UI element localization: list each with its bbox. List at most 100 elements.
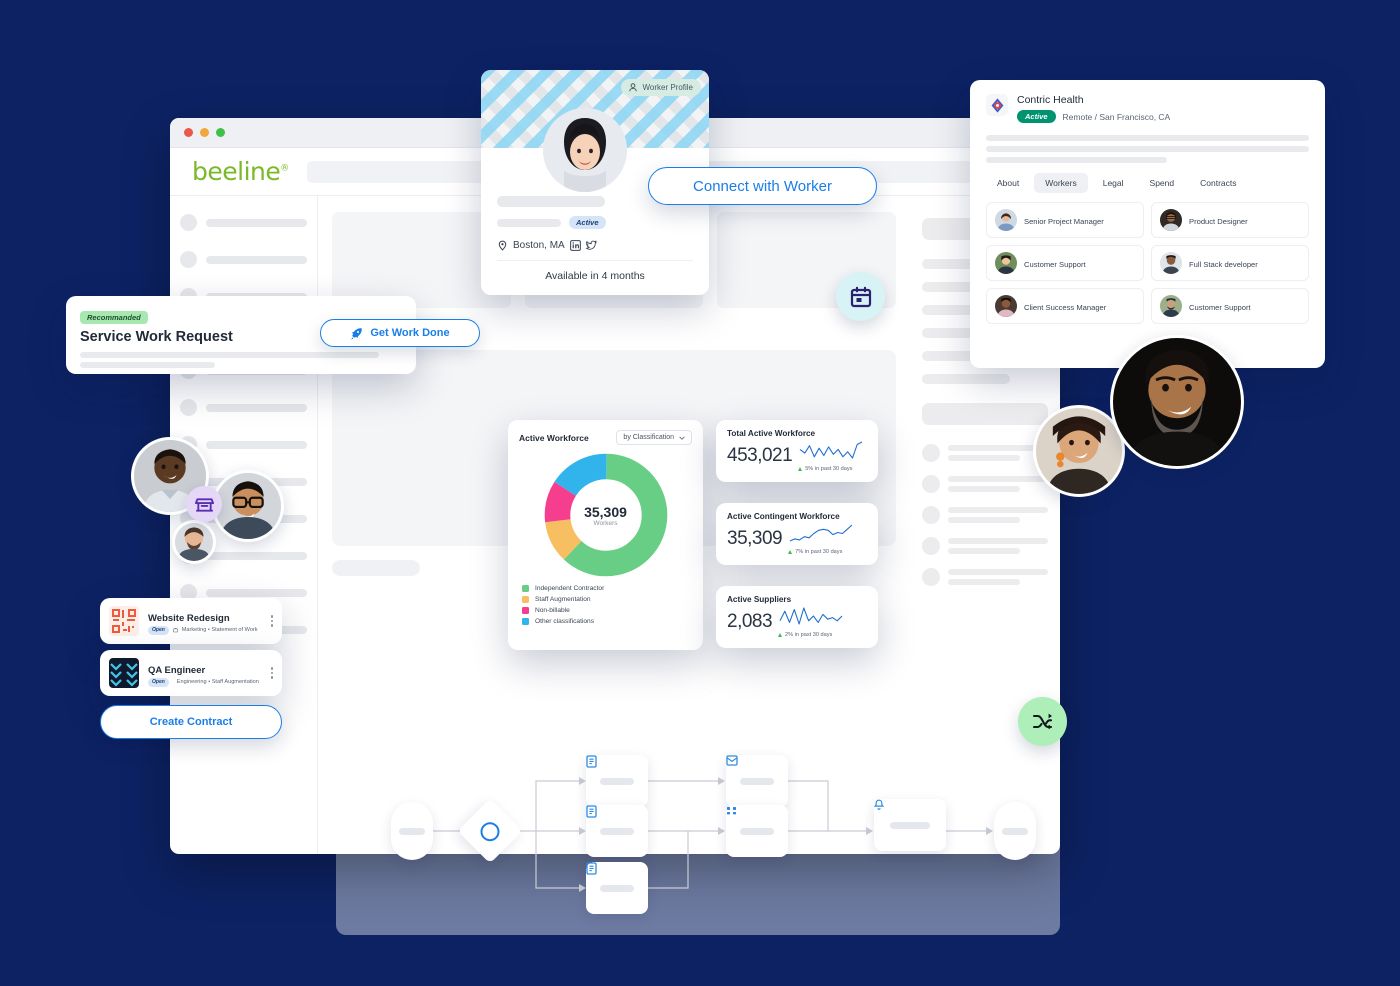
worker-info: Customer Support (1024, 254, 1135, 272)
triangle-up-icon (778, 633, 783, 637)
worker-list-item[interactable]: Customer Support (986, 245, 1144, 281)
worker-info: Client Success Manager (1024, 297, 1135, 315)
worker-title-row: Active (497, 216, 693, 229)
document-icon (586, 862, 597, 875)
worker-info: Senior Project Manager (1024, 211, 1135, 229)
screenshot-stage: beeline® Worker Profile Active Boston, M… (0, 0, 1400, 986)
worker-list-item[interactable]: Client Success Manager (986, 288, 1144, 324)
project-name: QA Engineer (148, 664, 206, 676)
linkedin-icon[interactable] (569, 240, 581, 251)
window-close-button[interactable] (184, 128, 193, 137)
chart-legend: Independent Contractor Staff Augmentatio… (519, 585, 692, 625)
tab-legal[interactable]: Legal (1092, 173, 1135, 193)
worker-profile-chip: Worker Profile (621, 79, 701, 96)
get-work-done-button[interactable]: Get Work Done (320, 319, 480, 347)
kebab-menu-icon[interactable] (267, 615, 273, 627)
sidebar-item[interactable] (180, 251, 307, 268)
tab-spend[interactable]: Spend (1139, 173, 1186, 193)
worker-list-item[interactable]: Product Designer (1151, 202, 1309, 238)
sparkline-path (789, 524, 853, 542)
worker-role: Full Stack developer (1189, 260, 1258, 269)
worker-list-item[interactable]: Senior Project Manager (986, 202, 1144, 238)
avatar (172, 520, 216, 564)
sidebar-item[interactable] (180, 214, 307, 231)
worker-avatar (1160, 209, 1182, 231)
worker-role: Product Designer (1189, 217, 1248, 226)
worker-role: Senior Project Manager (1024, 217, 1104, 226)
workflow-node[interactable] (586, 862, 648, 914)
rail-item-text (948, 476, 1048, 492)
connect-with-worker-button[interactable]: Connect with Worker (648, 167, 877, 205)
workflow-node[interactable] (874, 799, 946, 851)
tab-about[interactable]: About (986, 173, 1030, 193)
legend-item: Staff Augmentation (522, 596, 692, 603)
rail-list-item[interactable] (922, 475, 1048, 493)
service-request-line (80, 352, 380, 358)
workflow-end-node[interactable] (994, 802, 1036, 860)
kpi-delta: 2% in past 30 days (778, 632, 867, 638)
tab-workers[interactable]: Workers (1034, 173, 1088, 193)
project-meta: Open Marketing • Statement of Work (148, 625, 258, 635)
kebab-menu-icon[interactable] (267, 667, 273, 679)
worker-availability-text: Available in 4 months (545, 270, 645, 282)
legend-label: Staff Augmentation (535, 596, 591, 603)
get-work-done-label: Get Work Done (370, 327, 450, 339)
worker-list-item[interactable]: Full Stack developer (1151, 245, 1309, 281)
worker-role: Customer Support (1189, 303, 1251, 312)
company-logo (986, 94, 1008, 116)
company-status-badge: Active (1017, 110, 1056, 123)
rocket-icon (351, 327, 363, 339)
decision-ring-icon (480, 821, 500, 841)
project-card-website-redesign[interactable]: Website Redesign Open Marketing • Statem… (100, 598, 282, 644)
worker-avatar (543, 108, 627, 192)
worker-list-item[interactable]: Customer Support (1151, 288, 1309, 324)
workflow-node[interactable] (726, 805, 788, 857)
registered-mark: ® (280, 163, 289, 174)
rail-list-item[interactable] (922, 506, 1048, 524)
triangle-up-icon (788, 550, 793, 554)
rail-avatar (922, 568, 940, 586)
kpi-trend: 7% in past 30 days (788, 523, 867, 555)
tab-contracts[interactable]: Contracts (1189, 173, 1247, 193)
twitter-icon[interactable] (585, 240, 597, 251)
worker-info: Customer Support (1189, 297, 1300, 315)
donut-center-value: 35,309 (584, 503, 627, 520)
beeline-logo[interactable]: beeline® (192, 157, 289, 186)
workflow-node[interactable] (586, 805, 648, 857)
worker-avatar (995, 252, 1017, 274)
create-contract-button[interactable]: Create Contract (100, 705, 282, 739)
kpi-title: Active Contingent Workforce (727, 512, 840, 521)
sidebar-item-icon (180, 214, 197, 231)
kpi-title: Total Active Workforce (727, 429, 816, 438)
document-icon (586, 805, 597, 818)
workflow-node[interactable] (726, 755, 788, 807)
rail-avatar (922, 444, 940, 462)
project-status-badge: Open (148, 677, 169, 687)
shuffle-fab-button[interactable] (1018, 697, 1067, 746)
sidebar-item[interactable] (180, 399, 307, 416)
worker-avatar-photo (543, 108, 627, 192)
window-minimize-button[interactable] (200, 128, 209, 137)
sparkline-chart (799, 441, 863, 459)
window-zoom-button[interactable] (216, 128, 225, 137)
chevron-down-icon (679, 435, 685, 440)
project-card-qa-engineer[interactable]: QA Engineer Open Engineering • Staff Aug… (100, 650, 282, 696)
workflow-start-node[interactable] (391, 802, 433, 860)
rail-list-item[interactable] (922, 444, 1048, 462)
calendar-fab-button[interactable] (836, 272, 885, 321)
rail-list-item[interactable] (922, 537, 1048, 555)
rail-list-item[interactable] (922, 568, 1048, 586)
worker-role: Customer Support (1024, 260, 1086, 269)
storefront-badge (186, 486, 222, 522)
legend-item: Non-billable (522, 607, 692, 614)
legend-item: Other classifications (522, 618, 692, 625)
chart-select-label: by Classification (623, 434, 674, 441)
workflow-node[interactable] (586, 755, 648, 807)
project-thumbnail (109, 606, 139, 636)
project-info: Website Redesign Open Marketing • Statem… (148, 608, 258, 635)
chart-classification-select[interactable]: by Classification (616, 430, 692, 445)
sidebar-item-label (206, 440, 307, 449)
kpi-trend: 5% in past 30 days (798, 440, 867, 472)
chart-title: Active Workforce (519, 432, 589, 443)
kpi-value-row: 453,021 5% in past 30 days (727, 440, 867, 472)
